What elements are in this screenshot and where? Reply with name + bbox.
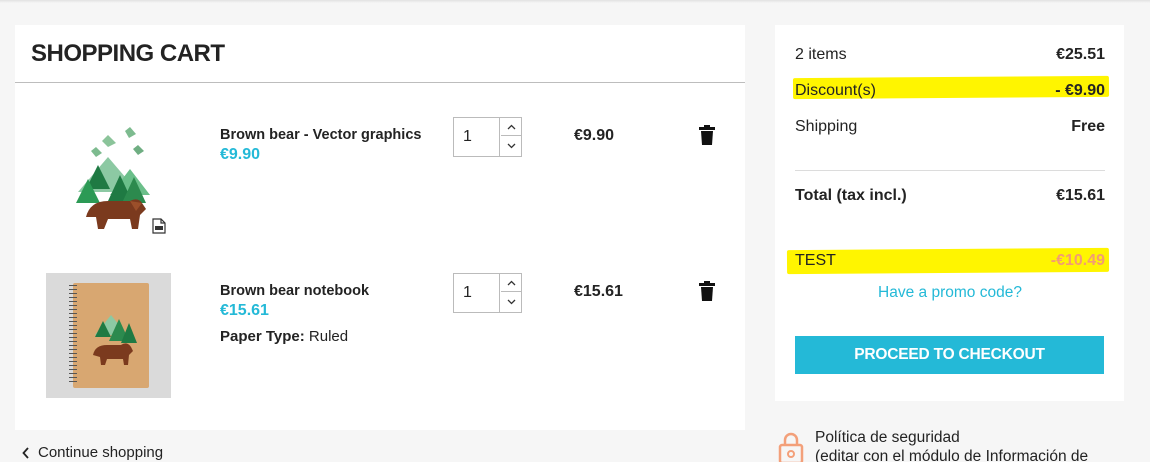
trash-icon bbox=[699, 125, 715, 145]
summary-items-row: 2 items €25.51 bbox=[795, 46, 1105, 68]
total-label: Total (tax incl.) bbox=[795, 187, 907, 204]
product-name-link[interactable]: Brown bear - Vector graphics bbox=[220, 127, 421, 143]
product-unit-price: €9.90 bbox=[220, 146, 261, 163]
shipping-value: Free bbox=[1071, 118, 1105, 135]
trash-icon bbox=[699, 281, 715, 301]
delete-item-button[interactable] bbox=[699, 125, 715, 150]
page-title: SHOPPING CART bbox=[31, 40, 225, 67]
cart-summary: 2 items €25.51 Discount(s) - €9.90 Shipp… bbox=[775, 25, 1124, 401]
items-count: 2 items bbox=[795, 46, 847, 63]
quantity-increase-button[interactable] bbox=[501, 274, 521, 292]
attribute-value: Ruled bbox=[308, 328, 349, 345]
cart-line-item: Brown bear - Vector graphics €9.90 €9.90 bbox=[15, 117, 745, 267]
summary-voucher-row: TEST -€10.49 bbox=[795, 252, 1105, 274]
chevron-up-icon bbox=[507, 124, 515, 129]
summary-discount-row: Discount(s) - €9.90 bbox=[795, 82, 1105, 104]
voucher-name: TEST bbox=[795, 252, 836, 269]
quantity-input[interactable] bbox=[454, 118, 500, 156]
divider bbox=[15, 82, 745, 83]
product-image[interactable] bbox=[46, 273, 171, 398]
notebook-spiral bbox=[69, 285, 77, 385]
chevron-up-icon bbox=[507, 280, 515, 285]
continue-shopping-link[interactable]: Continue shopping bbox=[22, 444, 163, 461]
cart-panel: SHOPPING CART Brown bear - Vector graphi… bbox=[15, 25, 745, 430]
notebook-cover bbox=[73, 283, 149, 388]
lock-icon bbox=[778, 431, 804, 462]
bear-forest-illustration bbox=[93, 315, 137, 365]
header-shadow bbox=[0, 0, 1150, 3]
quantity-stepper bbox=[453, 117, 522, 157]
divider bbox=[795, 170, 1105, 171]
product-name-link[interactable]: Brown bear notebook bbox=[220, 283, 369, 299]
reassurance-subtitle: (editar con el módulo de Información de bbox=[815, 448, 1089, 462]
reassurance-title: Política de seguridad bbox=[815, 429, 960, 446]
line-total: €15.61 bbox=[574, 283, 623, 300]
quantity-decrease-button[interactable] bbox=[501, 137, 521, 155]
discount-label: Discount(s) bbox=[795, 82, 876, 99]
summary-total-row: Total (tax incl.) €15.61 bbox=[795, 187, 1105, 209]
items-subtotal: €25.51 bbox=[1056, 46, 1105, 63]
quantity-stepper bbox=[453, 273, 522, 313]
product-attribute: Paper Type: Ruled bbox=[220, 328, 348, 345]
total-value: €15.61 bbox=[1056, 187, 1105, 204]
attribute-label: Paper Type: bbox=[220, 328, 305, 345]
quantity-decrease-button[interactable] bbox=[501, 293, 521, 311]
shipping-label: Shipping bbox=[795, 118, 858, 135]
reassurance-text: Política de seguridad (editar con el mód… bbox=[815, 428, 1088, 462]
chevron-left-icon bbox=[22, 446, 29, 459]
downloadable-file-icon bbox=[152, 218, 166, 239]
product-unit-price: €15.61 bbox=[220, 302, 269, 319]
chevron-down-icon bbox=[507, 299, 515, 305]
reassurance-block: Política de seguridad (editar con el mód… bbox=[778, 428, 1150, 462]
cart-line-item: Brown bear notebook €15.61 Paper Type: R… bbox=[15, 273, 745, 423]
line-total: €9.90 bbox=[574, 127, 615, 144]
discount-value: - €9.90 bbox=[1055, 82, 1105, 99]
chevron-down-icon bbox=[507, 143, 515, 149]
promo-code-link[interactable]: Have a promo code? bbox=[795, 284, 1105, 302]
voucher-value: -€10.49 bbox=[1050, 252, 1105, 269]
quantity-increase-button[interactable] bbox=[501, 118, 521, 136]
continue-shopping-label: Continue shopping bbox=[38, 444, 164, 461]
proceed-to-checkout-button[interactable]: PROCEED TO CHECKOUT bbox=[795, 336, 1104, 374]
quantity-input[interactable] bbox=[454, 274, 500, 312]
summary-shipping-row: Shipping Free bbox=[795, 118, 1105, 140]
delete-item-button[interactable] bbox=[699, 281, 715, 306]
